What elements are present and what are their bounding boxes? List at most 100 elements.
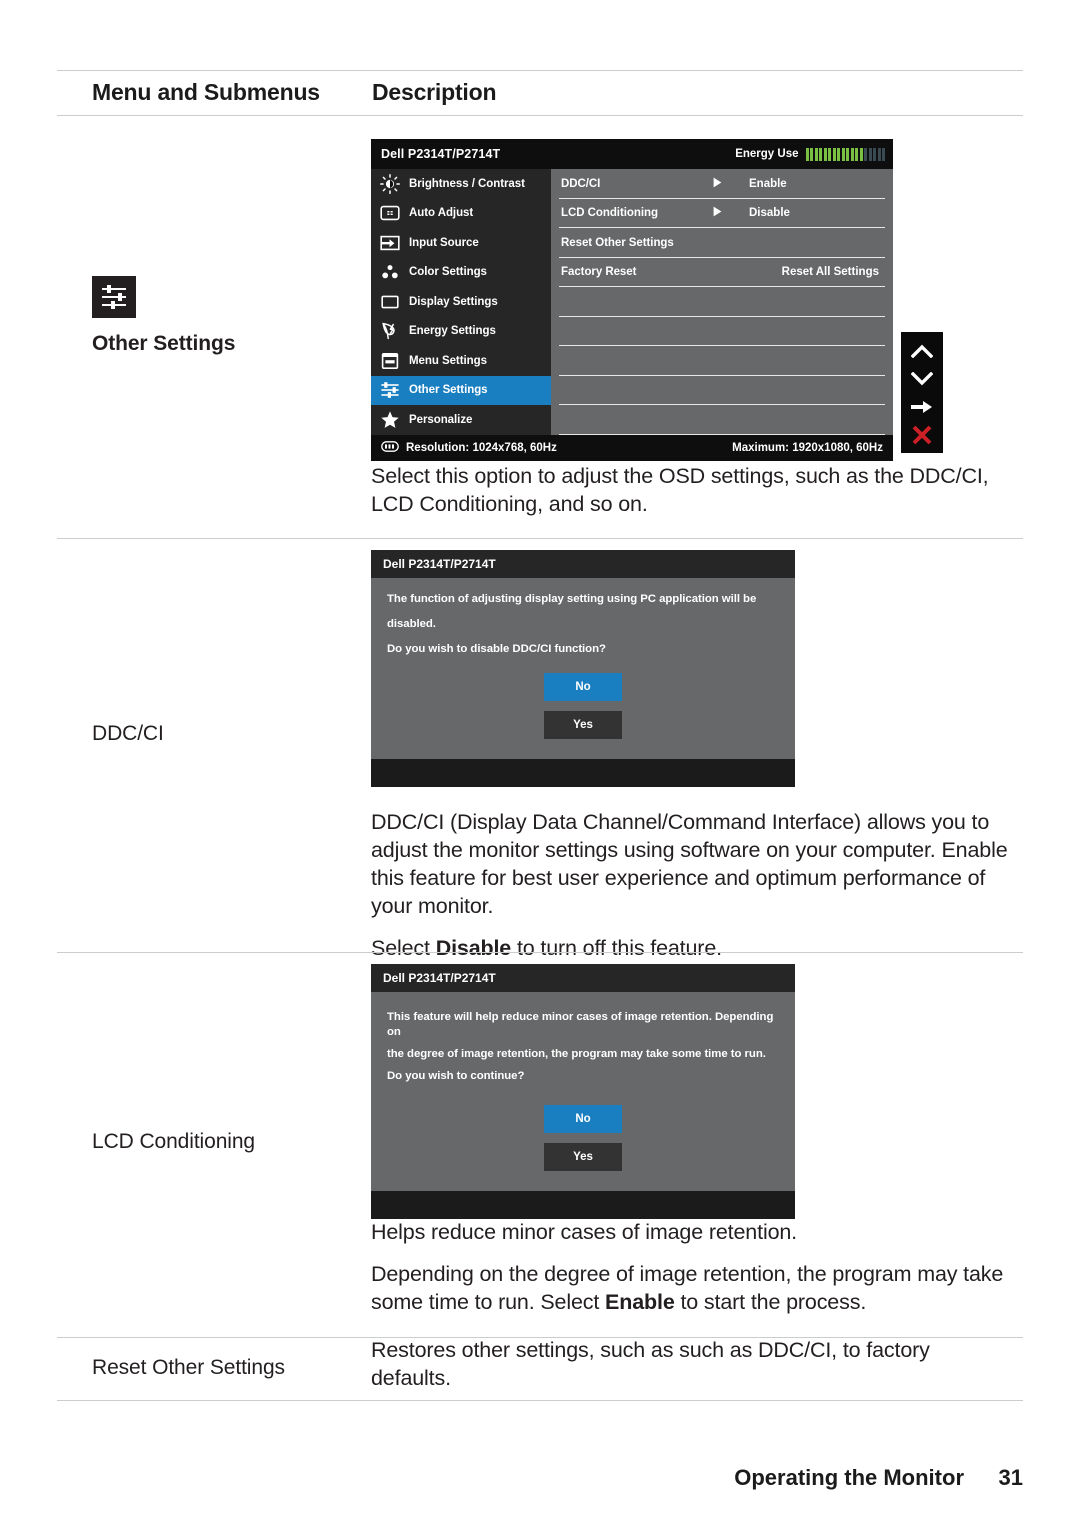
osd-submenu-value: Disable [749, 207, 790, 220]
osd-menu-item-brightness-contrast[interactable]: Brightness / Contrast [371, 169, 551, 199]
close-x-icon[interactable] [907, 422, 937, 447]
row-label-other-settings: Other Settings [92, 332, 236, 355]
ddcci-yes-button[interactable]: Yes [544, 711, 622, 739]
chevron-up-icon[interactable] [907, 338, 937, 363]
lcd-dialog-body: This feature will help reduce minor case… [371, 992, 795, 1084]
osd-menu-item-label: Brightness / Contrast [409, 177, 525, 190]
spec-table: Menu and Submenus Description [57, 70, 1023, 116]
lcd-desc-bold: Enable [605, 1290, 675, 1314]
osd-submenu-value: Enable [749, 177, 787, 190]
ddcci-no-button[interactable]: No [544, 673, 622, 701]
osd-nav-buttons [901, 332, 943, 453]
row-label-ddcci: DDC/CI [92, 722, 164, 745]
description-other-settings: Select this option to adjust the OSD set… [371, 462, 1011, 524]
energy-bar-off [864, 147, 867, 161]
osd-submenu-value: Reset All Settings [781, 266, 879, 279]
energy-bar-on [837, 147, 840, 161]
lcd-no-button[interactable]: No [544, 1105, 622, 1133]
osd-maximum-text: Maximum: 1920x1080, 60Hz [732, 441, 883, 454]
osd-menu-item-label: Auto Adjust [409, 207, 474, 220]
energy-bar-off [877, 147, 881, 161]
osd-body: Brightness / Contrast Auto Adjust Input So… [371, 169, 893, 435]
lcd-dialog: Dell P2314T/P2714T This feature will hel… [371, 964, 795, 1219]
row-label-lcd-conditioning: LCD Conditioning [92, 1130, 255, 1153]
lcd-dialog-title: Dell P2314T/P2714T [383, 971, 496, 985]
ddcci-dialog-title: Dell P2314T/P2714T [383, 557, 496, 571]
energy-bar-off [868, 147, 872, 161]
energy-bar-on [859, 147, 863, 161]
energy-settings-icon [380, 321, 400, 341]
osd-submenu-row-reset-other-settings[interactable]: Reset Other Settings [551, 228, 893, 258]
energy-bar-off [873, 147, 876, 161]
chevron-down-icon[interactable] [907, 366, 937, 391]
ddcci-dialog-titlebar: Dell P2314T/P2714T [371, 550, 795, 578]
description-lcd-line2: Depending on the degree of image retenti… [371, 1260, 1021, 1316]
osd-submenu-row-empty [551, 376, 893, 406]
description-ddcci: DDC/CI (Display Data Channel/Command Int… [371, 808, 1021, 968]
osd-menu-item-auto-adjust[interactable]: Auto Adjust [371, 199, 551, 229]
osd-menu-item-menu-settings[interactable]: Menu Settings [371, 346, 551, 376]
osd-menu-item-personalize[interactable]: Personalize [371, 405, 551, 435]
ddcci-select-suffix: to turn off this feature. [511, 936, 722, 960]
color-settings-icon [380, 262, 400, 282]
personalize-star-icon [380, 410, 400, 430]
osd-menu-item-label: Personalize [409, 413, 473, 426]
arrow-right-icon[interactable] [907, 394, 937, 419]
description-lcd-conditioning: Helps reduce minor cases of image retent… [371, 1218, 1021, 1322]
lcd-yes-button[interactable]: Yes [544, 1143, 622, 1171]
lcd-dialog-titlebar: Dell P2314T/P2714T [371, 964, 795, 992]
ddcci-select-bold: Disable [435, 936, 512, 960]
description-ddcci-text: DDC/CI (Display Data Channel/Command Int… [371, 810, 1008, 918]
description-lcd-line1: Helps reduce minor cases of image retent… [371, 1220, 798, 1244]
ddcci-dialog-footer [371, 759, 795, 787]
page-number: 31 [998, 1465, 1023, 1490]
header-description-label: Description [372, 79, 497, 105]
osd-menu-item-label: Energy Settings [409, 325, 496, 338]
osd-submenu-row-factory-reset[interactable]: Factory Reset Reset All Settings [551, 258, 893, 288]
energy-bar-on [805, 147, 809, 161]
osd-menu-item-other-settings[interactable]: Other Settings [371, 375, 551, 405]
brightness-icon [380, 173, 400, 194]
osd-energy-meter: Energy Use [735, 147, 885, 161]
ddcci-dialog-line1: The function of adjusting display settin… [387, 593, 757, 605]
osd-submenu-row-empty [551, 346, 893, 376]
submenu-triangle-right-icon [713, 177, 749, 191]
osd-model-name: Dell P2314T/P2714T [381, 147, 501, 161]
osd-category-list: Brightness / Contrast Auto Adjust Input So… [371, 169, 551, 435]
description-reset-other-settings: Restores other settings, such as such as… [371, 1336, 1011, 1398]
osd-submenu-panel: DDC/CI Enable LCD Conditioning Disable Reset… [551, 169, 893, 435]
ddcci-dialog-line3: Do you wish to disable DDC/CI function? [387, 643, 606, 655]
osd-submenu-row-empty [551, 287, 893, 317]
monitor-glyph-icon [381, 440, 399, 455]
osd-resolution: Resolution: 1024x768, 60Hz [381, 440, 557, 455]
osd-menu-item-input-source[interactable]: Input Source [371, 228, 551, 258]
osd-menu-item-display-settings[interactable]: Display Settings [371, 287, 551, 317]
header-menu-label: Menu and Submenus [92, 79, 320, 105]
input-source-icon [380, 233, 400, 253]
row-divider-1 [57, 538, 1023, 539]
ddcci-select-prefix: Select [371, 936, 436, 960]
osd-menu-item-color-settings[interactable]: Color Settings [371, 258, 551, 288]
ddcci-dialog: Dell P2314T/P2714T The function of adjus… [371, 550, 795, 787]
lcd-dialog-buttons: No Yes [371, 1091, 795, 1191]
footer-title: Operating the Monitor [734, 1465, 964, 1490]
lcd-dialog-line3: Do you wish to continue? [387, 1070, 525, 1082]
page-footer: Operating the Monitor 31 [57, 1465, 1023, 1491]
osd-menu-item-label: Other Settings [409, 384, 488, 397]
ddcci-dialog-body: The function of adjusting display settin… [371, 578, 795, 656]
osd-submenu-row-empty [551, 405, 893, 435]
osd-resolution-text: Resolution: 1024x768, 60Hz [406, 441, 557, 454]
lcd-dialog-footer [371, 1191, 795, 1219]
lcd-dialog-line1: This feature will help reduce minor case… [387, 1011, 774, 1038]
description-reset-text: Restores other settings, such as such as… [371, 1338, 930, 1390]
ddcci-dialog-line2: disabled. [387, 618, 436, 630]
display-settings-icon [380, 292, 400, 312]
row-divider-2 [57, 952, 1023, 953]
menu-settings-icon [380, 351, 400, 371]
energy-bar-on [819, 147, 822, 161]
document-page: Menu and Submenus Description Other Sett… [0, 0, 1080, 1532]
osd-menu-item-energy-settings[interactable]: Energy Settings [371, 317, 551, 347]
submenu-triangle-right-icon [713, 206, 749, 220]
osd-submenu-row-lcd-conditioning[interactable]: LCD Conditioning Disable [551, 199, 893, 229]
osd-submenu-row-ddc-ci[interactable]: DDC/CI Enable [551, 169, 893, 199]
